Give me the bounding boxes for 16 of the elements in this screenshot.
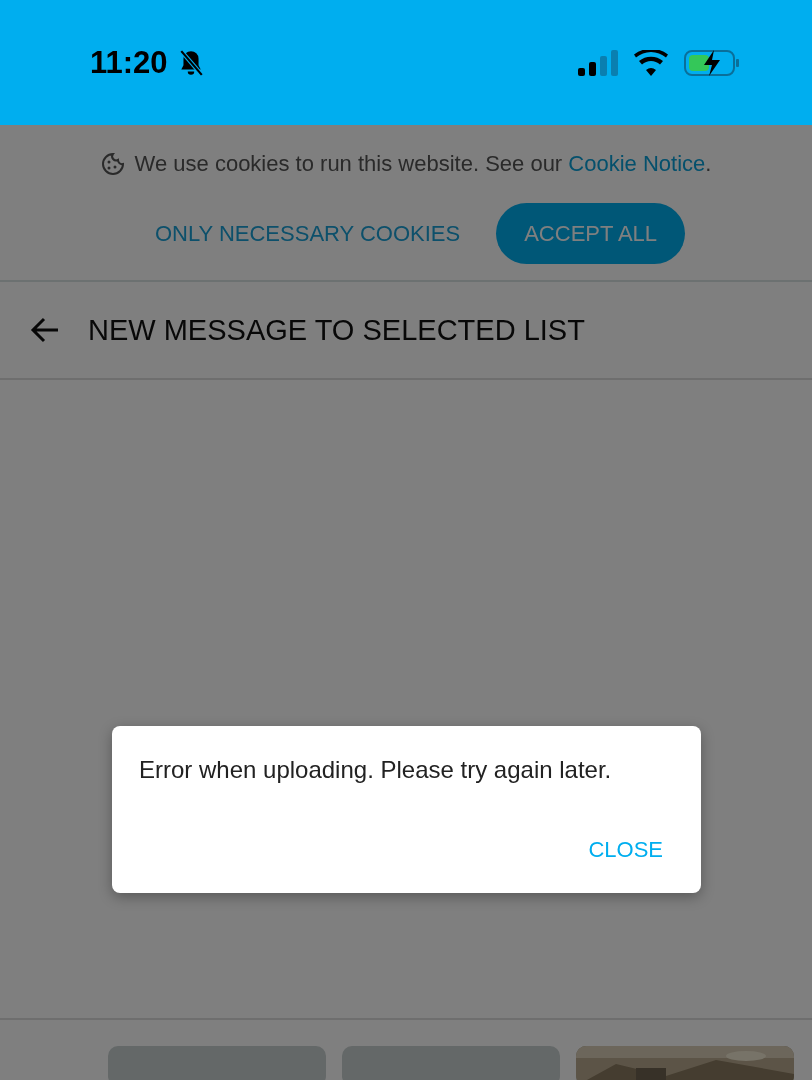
cookie-notice-link[interactable]: Cookie Notice <box>568 151 706 176</box>
necessary-cookies-button[interactable]: ONLY NECESSARY COOKIES <box>126 203 489 264</box>
close-button[interactable]: CLOSE <box>588 833 663 867</box>
cookie-icon <box>100 152 125 176</box>
accept-all-button[interactable]: ACCEPT ALL <box>496 203 686 264</box>
error-message: Error when uploading. Please try again later. <box>139 756 613 784</box>
back-arrow-icon[interactable] <box>30 317 60 343</box>
wifi-icon <box>634 49 668 76</box>
cookie-notice-text: We use cookies to run this website. See our Cookie Notice. <box>134 151 712 177</box>
muted-bell-icon <box>177 48 204 77</box>
signal-icon <box>578 49 618 76</box>
page-title: NEW MESSAGE TO SELECTED LIST <box>88 313 585 347</box>
status-time: 11:20 <box>90 44 168 81</box>
thumbnail[interactable] <box>342 1046 560 1080</box>
battery-icon <box>684 48 740 77</box>
thumbnail[interactable] <box>108 1046 326 1080</box>
